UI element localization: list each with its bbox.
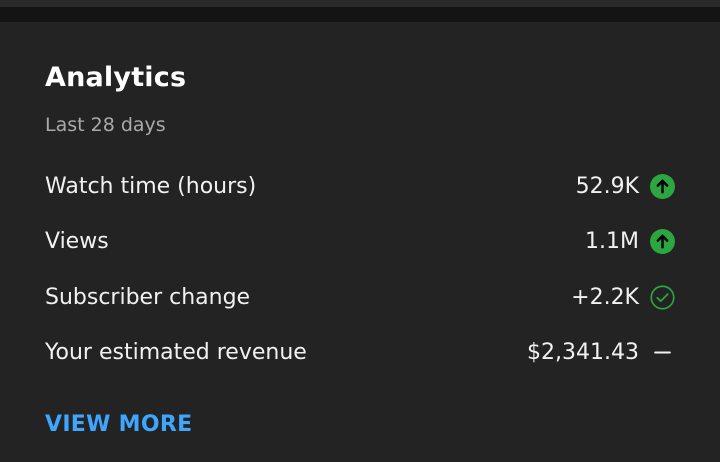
metric-row-views: Views 1.1M (45, 223, 675, 259)
metric-label: Your estimated revenue (45, 339, 307, 365)
metric-value: 52.9K (575, 173, 639, 199)
arrow-up-icon (649, 173, 675, 199)
top-divider (0, 0, 720, 22)
metric-value: 1.1M (585, 228, 639, 254)
card-title: Analytics (45, 62, 187, 93)
metric-row-watch-time: Watch time (hours) 52.9K (45, 168, 675, 204)
metric-label: Watch time (hours) (45, 173, 257, 199)
metric-label: Views (45, 228, 109, 254)
metric-row-subscriber-change: Subscriber change +2.2K (45, 279, 675, 315)
metric-row-estimated-revenue: Your estimated revenue $2,341.43 (45, 334, 675, 370)
metric-value: +2.2K (571, 284, 639, 310)
view-more-link[interactable]: VIEW MORE (45, 412, 192, 437)
arrow-up-icon (649, 228, 675, 254)
analytics-card: Analytics Last 28 days Watch time (hours… (0, 22, 720, 462)
top-edge (0, 0, 720, 7)
check-circle-icon (649, 284, 675, 310)
dash-icon (649, 339, 675, 365)
metric-label: Subscriber change (45, 284, 251, 310)
metric-value: $2,341.43 (527, 339, 639, 365)
date-range-label: Last 28 days (45, 114, 166, 136)
